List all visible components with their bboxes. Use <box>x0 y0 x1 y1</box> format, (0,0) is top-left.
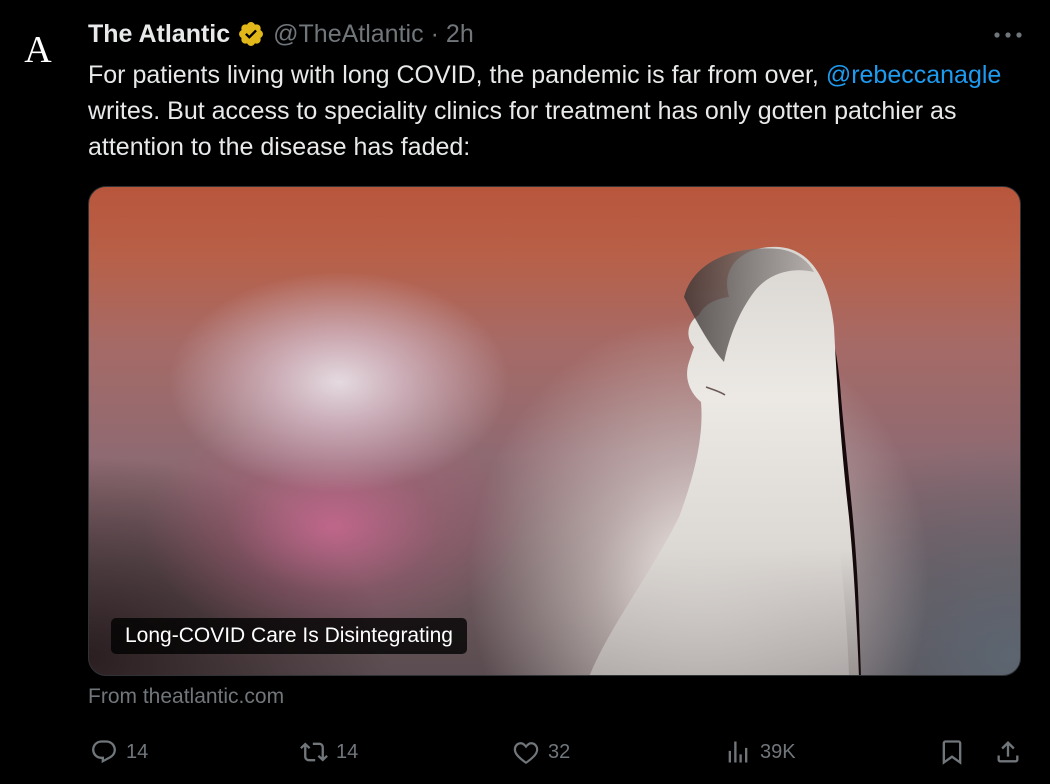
like-icon <box>512 738 540 766</box>
handle[interactable]: @TheAtlantic <box>273 20 423 49</box>
repost-button[interactable]: 14 <box>300 732 358 772</box>
views-button[interactable]: 39K <box>724 732 796 772</box>
view-count: 39K <box>760 740 796 763</box>
separator-dot: · <box>430 19 439 48</box>
reply-button[interactable]: 14 <box>90 732 148 772</box>
more-icon[interactable] <box>988 20 1028 50</box>
tweet-text: For patients living with long COVID, the… <box>88 57 1018 165</box>
display-name[interactable]: The Atlantic <box>88 20 230 49</box>
views-icon <box>724 738 752 766</box>
bookmark-button[interactable] <box>938 732 966 772</box>
verified-badge-icon[interactable] <box>237 20 265 48</box>
like-count: 32 <box>548 740 571 763</box>
reply-icon <box>90 738 118 766</box>
timestamp[interactable]: 2h <box>446 20 474 49</box>
avatar-logo-letter: A <box>24 29 52 71</box>
mention-link[interactable]: @rebeccanagle <box>826 61 1002 89</box>
share-button[interactable] <box>994 732 1022 772</box>
repost-count: 14 <box>336 740 359 763</box>
like-button[interactable]: 32 <box>512 732 570 772</box>
action-bar: 14 14 32 39K <box>88 732 1028 772</box>
card-title[interactable]: Long-COVID Care Is Disintegrating <box>111 618 467 654</box>
avatar[interactable]: A <box>0 12 76 88</box>
reply-count: 14 <box>126 740 149 763</box>
tweet-text-part2: writes. But access to speciality clinics… <box>88 97 957 161</box>
card-source[interactable]: From theatlantic.com <box>88 683 284 711</box>
bookmark-icon <box>938 738 966 766</box>
share-icon <box>994 738 1022 766</box>
tweet-header: The Atlantic @TheAtlantic · 2h <box>88 16 474 52</box>
tweet-text-part1: For patients living with long COVID, the… <box>88 61 826 89</box>
repost-icon <box>300 738 328 766</box>
card-image <box>589 246 861 675</box>
link-card[interactable]: Long-COVID Care Is Disintegrating <box>88 186 1021 676</box>
